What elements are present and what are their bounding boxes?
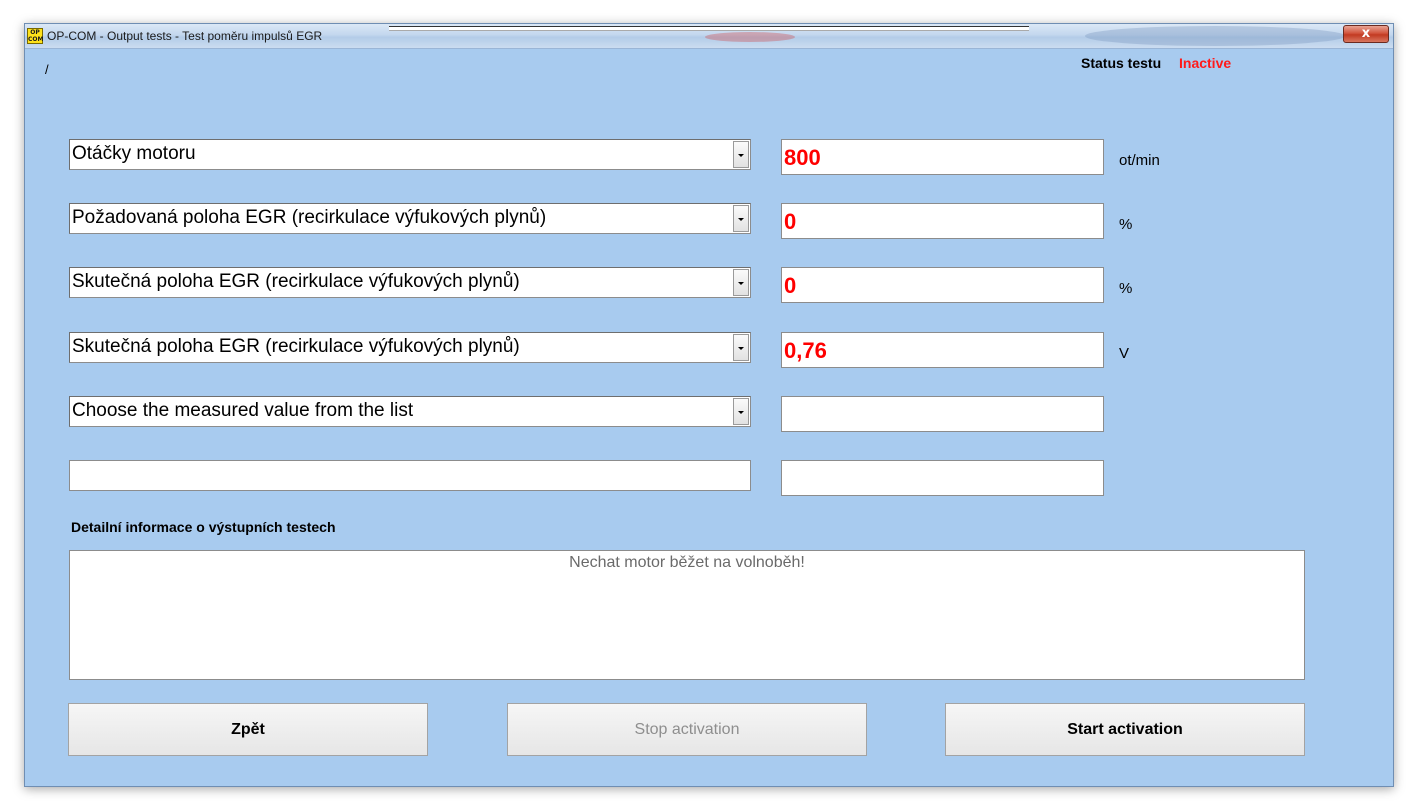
dropdown-button[interactable] — [733, 334, 749, 361]
app-logo-icon: OP COM — [27, 28, 44, 44]
measured-value-4: 0,76 — [781, 332, 1104, 368]
measured-value-1: 800 — [781, 139, 1104, 175]
unit-label-2: % — [1119, 216, 1133, 233]
chevron-down-icon — [738, 282, 744, 285]
measure-select-2[interactable]: Požadovaná poloha EGR (recirkulace výfuk… — [69, 203, 751, 234]
details-heading: Detailní informace o výstupních testech — [71, 519, 336, 535]
unit-label-4: V — [1119, 345, 1130, 362]
measure-select-5[interactable]: Choose the measured value from the list — [69, 396, 751, 427]
unit-label-1: ot/min — [1119, 152, 1160, 169]
stop-activation-button[interactable]: Stop activation — [507, 703, 867, 756]
status-label: Status testu — [1081, 55, 1162, 71]
measure-field-6[interactable] — [69, 460, 751, 491]
measured-value-5 — [781, 396, 1104, 432]
chevron-down-icon — [738, 218, 744, 221]
measured-value-3: 0 — [781, 267, 1104, 303]
measure-select-value: Skutečná poloha EGR (recirkulace výfukov… — [72, 271, 520, 292]
title-bar[interactable]: OP COM OP-COM - Output tests - Test pomě… — [25, 24, 1393, 49]
dropdown-button[interactable] — [733, 205, 749, 232]
close-button[interactable]: x — [1343, 25, 1389, 43]
dropdown-button[interactable] — [733, 269, 749, 296]
chevron-down-icon — [738, 347, 744, 350]
start-activation-button[interactable]: Start activation — [945, 703, 1305, 756]
dropdown-button[interactable] — [733, 398, 749, 425]
titlebar-decoration — [705, 32, 795, 42]
measure-select-value: Požadovaná poloha EGR (recirkulace výfuk… — [72, 207, 547, 228]
chevron-down-icon — [738, 154, 744, 157]
measure-select-value: Skutečná poloha EGR (recirkulace výfukov… — [72, 336, 520, 357]
dropdown-button[interactable] — [733, 141, 749, 168]
chevron-down-icon — [738, 411, 744, 414]
title-progress-bar — [389, 26, 1029, 31]
back-button[interactable]: Zpět — [68, 703, 428, 756]
measured-value-2: 0 — [781, 203, 1104, 239]
measure-select-3[interactable]: Skutečná poloha EGR (recirkulace výfukov… — [69, 267, 751, 298]
measure-select-1[interactable]: Otáčky motoru — [69, 139, 751, 170]
measure-select-4[interactable]: Skutečná poloha EGR (recirkulace výfukov… — [69, 332, 751, 363]
titlebar-decoration — [1085, 26, 1345, 46]
status-badge: Inactive — [1179, 55, 1232, 71]
measure-select-value: Otáčky motoru — [72, 143, 196, 164]
unit-label-3: % — [1119, 280, 1133, 297]
measured-value-6 — [781, 460, 1104, 496]
app-window: OP COM OP-COM - Output tests - Test pomě… — [24, 23, 1394, 787]
details-textarea[interactable]: Nechat motor běžet na volnoběh! — [69, 550, 1305, 680]
measure-select-value: Choose the measured value from the list — [72, 400, 414, 421]
window-title: OP-COM - Output tests - Test poměru impu… — [47, 29, 323, 43]
close-icon: x — [1361, 26, 1371, 41]
path-indicator: / — [45, 62, 49, 77]
